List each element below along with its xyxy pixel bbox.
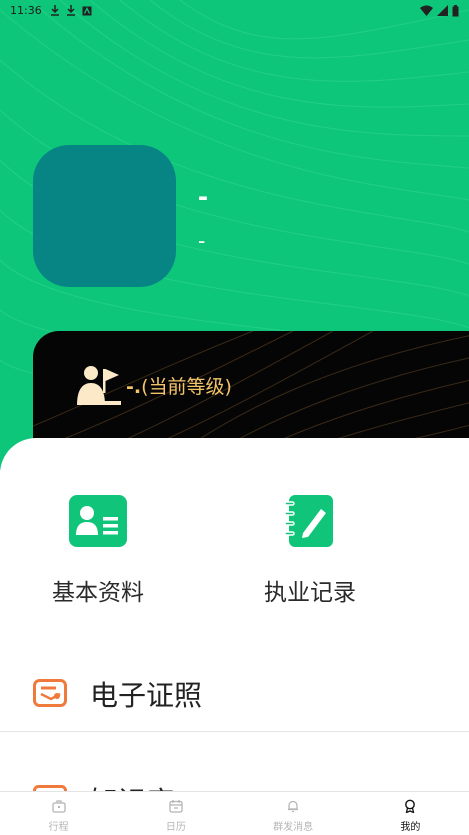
status-bar: 11:36 — [0, 0, 469, 22]
battery-icon — [452, 4, 459, 16]
bell-icon — [288, 800, 299, 813]
tab-calendar-label: 日历 — [165, 822, 186, 833]
basic-info-button[interactable]: 基本资料 — [18, 495, 178, 606]
rank-flag-icon — [77, 366, 121, 405]
notebook-edit-icon — [284, 495, 333, 547]
briefcase-icon — [51, 800, 66, 813]
tab-calendar[interactable]: 日历 — [117, 792, 234, 835]
download-icon — [51, 5, 59, 16]
tab-mine-label: 我的 — [400, 822, 421, 833]
level-caption: (当前等级) — [141, 376, 232, 398]
user-name: - — [198, 180, 208, 213]
tab-itinerary[interactable]: 行程 — [0, 792, 117, 835]
basic-info-label: 基本资料 — [52, 580, 144, 606]
tab-itinerary-label: 行程 — [48, 822, 69, 833]
tab-broadcast[interactable]: 群发消息 — [235, 792, 352, 835]
practice-record-label: 执业记录 — [264, 580, 356, 606]
practice-record-button[interactable]: 执业记录 — [230, 495, 390, 606]
calendar-icon — [169, 800, 183, 813]
bottom-tab-bar: 行程 日历 群发消息 我的 — [0, 791, 469, 835]
avatar[interactable] — [33, 145, 176, 287]
tab-broadcast-label: 群发消息 — [273, 822, 314, 833]
tab-mine[interactable]: 我的 — [352, 792, 469, 835]
profile-screen: 11:36 - - -.(当前等级) 基本资料 执业记录 电子证照 行程 日历 … — [0, 0, 469, 835]
profile-header: 11:36 - - -.(当前等级) — [0, 0, 469, 470]
status-system-icons — [420, 4, 459, 17]
profile-badge-icon — [405, 799, 416, 813]
e-certificate-label: 电子证照 — [90, 679, 203, 712]
level-value: -. — [126, 376, 142, 398]
app-notification-icon — [82, 6, 92, 15]
current-level: -.(当前等级) — [126, 372, 232, 399]
signal-icon — [437, 5, 448, 16]
wifi-icon — [420, 5, 433, 16]
status-time: 11:36 — [10, 4, 42, 17]
e-certificate-row[interactable]: 电子证照 — [0, 654, 469, 732]
certificate-icon — [33, 679, 67, 707]
status-notifications — [50, 4, 92, 17]
id-card-icon — [69, 495, 127, 547]
user-subtitle: - — [198, 228, 206, 253]
download-icon — [67, 5, 75, 16]
